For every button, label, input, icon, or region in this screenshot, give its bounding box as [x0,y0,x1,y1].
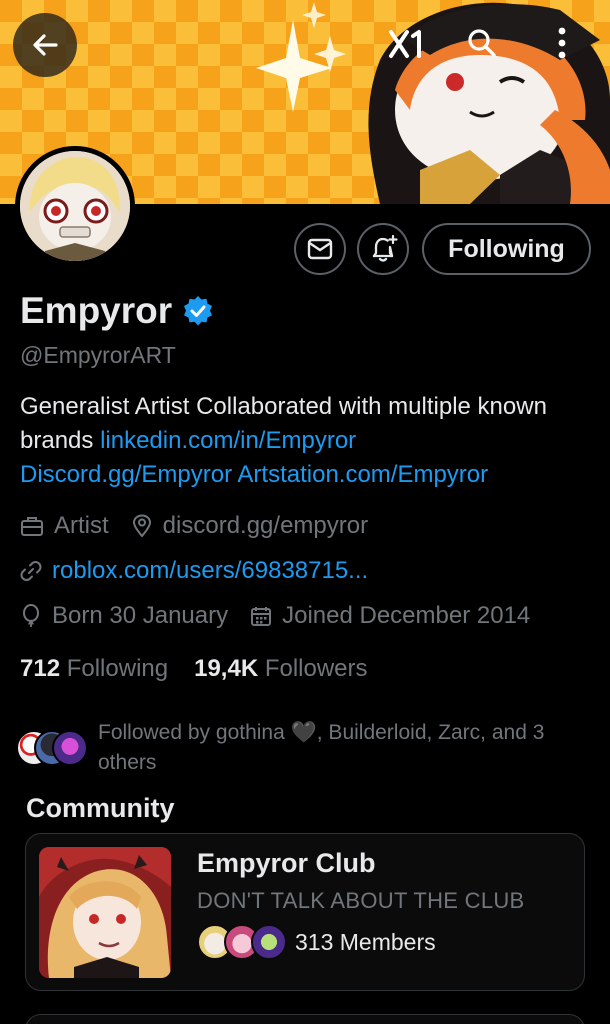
member-avatars [197,924,289,960]
more-options-button[interactable] [544,20,580,66]
followers-count: 19,4K [194,655,259,682]
joined-item: Joined December 2014 [250,602,530,630]
profile-name-row: Empyror [20,290,214,332]
location-pin-icon [132,514,151,538]
community-members: 313 Members [197,924,436,960]
next-card-peek [25,1014,585,1024]
avatar-image [20,151,130,261]
followed-by-avatars [16,730,96,770]
birthday-text: Born 30 January [52,602,229,629]
balloon-icon [23,604,39,627]
display-name: Empyror [20,290,173,331]
following-count-link[interactable]: 712 Following [20,655,168,683]
link-icon [20,561,42,581]
followers-count-link[interactable]: 19,4K Followers [194,655,367,683]
birthday-item: Born 30 January [20,602,228,630]
community-card[interactable]: Empyror Club DON'T TALK ABOUT THE CLUB 3… [25,833,585,991]
calendar-icon [251,607,272,626]
search-icon [468,29,496,57]
joined-text: Joined December 2014 [282,602,531,629]
verified-badge-icon[interactable] [182,295,214,327]
community-artwork [39,847,171,978]
profession-item: Artist [20,512,109,540]
bio-link-discord[interactable]: Discord.gg/Empyror [20,461,232,488]
following-button[interactable]: Following [422,223,591,275]
website-item[interactable]: roblox.com/users/69838715... [20,557,368,585]
location-item: discord.gg/empyror [131,512,368,540]
back-button[interactable] [13,13,77,77]
profile-meta-row-2: roblox.com/users/69838715... [20,557,390,585]
x1-logo-icon [389,30,421,58]
search-button[interactable] [459,20,505,66]
profile-handle: @EmpyrorART [20,342,176,368]
bio-link-artstation[interactable]: Artstation.com/Empyror [237,461,488,488]
community-image [39,847,171,978]
briefcase-icon [21,517,43,536]
bell-plus-icon [372,234,398,262]
website-link[interactable]: roblox.com/users/69838715... [52,557,368,585]
location-text: discord.gg/empyror [162,512,369,539]
arrow-left-icon [33,34,58,56]
profile-avatar[interactable] [15,146,135,266]
followers-count-label: Followers [264,655,368,682]
profession-text: Artist [54,512,109,539]
avatar [251,924,287,960]
members-count: 313 Members [295,928,436,955]
app-logo[interactable] [385,22,429,66]
community-section-title: Community [26,793,175,823]
community-description: DON'T TALK ABOUT THE CLUB [197,888,525,913]
followed-by-row[interactable]: Followed by gothina 🖤, Builderloid, Zarc… [16,718,596,778]
bio-link-linkedin[interactable]: linkedin.com/in/Empyror [100,427,356,454]
following-count-label: Following [66,655,169,682]
followed-by-text: Followed by gothina 🖤, Builderloid, Zarc… [98,721,545,774]
profile-meta-row-1: Artist discord.gg/empyror [20,512,390,540]
profile-bio: Generalist Artist Collaborated with mult… [20,390,595,492]
notifications-button[interactable] [357,223,409,275]
message-button[interactable] [294,223,346,275]
follow-counts: 712 Following 19,4K Followers [20,655,368,683]
envelope-icon [307,238,333,260]
profile-meta-row-3: Born 30 January Joined December 2014 [20,602,552,630]
avatar [52,730,88,766]
community-name[interactable]: Empyror Club [197,848,376,879]
more-vertical-icon [558,27,566,59]
following-count: 712 [20,655,61,682]
